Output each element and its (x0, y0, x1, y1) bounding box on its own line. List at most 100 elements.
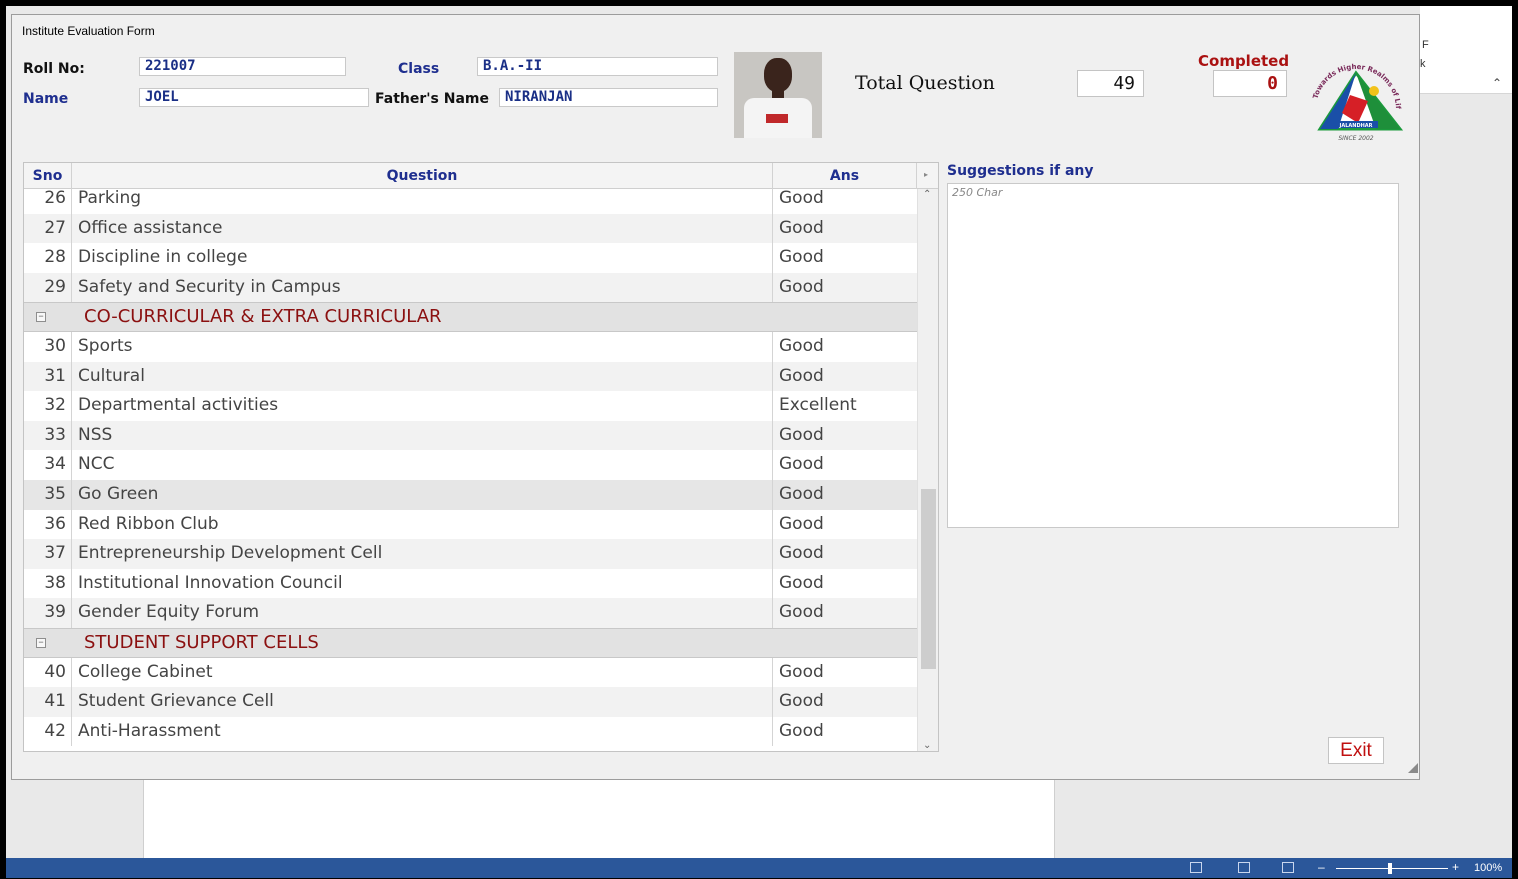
question-sno: 36 (24, 509, 72, 540)
total-question-value: 49 (1077, 70, 1144, 97)
answer-cell[interactable]: Good (773, 569, 917, 599)
completed-value: 0 (1213, 70, 1287, 97)
question-row[interactable]: 32 Departmental activities Excellent (24, 391, 917, 421)
web-layout-icon[interactable] (1282, 862, 1294, 873)
answer-cell[interactable]: Good (773, 214, 917, 244)
student-photo (734, 52, 822, 138)
background-text: F (1422, 39, 1429, 51)
answer-cell[interactable]: Good (773, 510, 917, 540)
question-row[interactable]: 36 Red Ribbon Club Good (24, 509, 917, 540)
evaluation-form-window: Institute Evaluation Form Roll No: 22100… (11, 14, 1420, 780)
group-title: CO-CURRICULAR & EXTRA CURRICULAR (84, 306, 442, 328)
collapse-icon[interactable]: − (36, 312, 46, 323)
group-header[interactable]: − CO-CURRICULAR & EXTRA CURRICULAR (24, 302, 917, 332)
zoom-out-button[interactable]: – (1318, 860, 1325, 874)
chevron-up-icon[interactable]: ⌃ (1492, 76, 1502, 90)
answer-cell[interactable]: Good (773, 243, 917, 273)
question-row[interactable]: 42 Anti-Harassment Good (24, 716, 917, 747)
answer-cell[interactable]: Good (773, 717, 917, 747)
question-row[interactable]: 37 Entrepreneurship Development Cell Good (24, 539, 917, 569)
question-row[interactable]: 39 Gender Equity Forum Good (24, 598, 917, 628)
question-sno: 35 (24, 479, 72, 510)
answer-cell[interactable]: Good (773, 687, 917, 717)
answer-cell[interactable]: Good (773, 598, 917, 628)
question-row[interactable]: 40 College Cabinet Good (24, 657, 917, 688)
suggestions-placeholder: 250 Char (952, 186, 1003, 199)
question-sno: 27 (24, 213, 72, 244)
exit-button[interactable]: Exit (1328, 737, 1384, 764)
answer-cell[interactable]: Excellent (773, 391, 917, 421)
question-text: NSS (72, 420, 773, 451)
question-row[interactable]: 34 NCC Good (24, 450, 917, 480)
emblem-city: JALANDHAR (1338, 123, 1372, 129)
college-emblem: Towards Higher Realms of Life JALANDHAR … (1298, 51, 1404, 142)
answer-cell[interactable]: Good (773, 539, 917, 569)
question-row[interactable]: 33 NSS Good (24, 420, 917, 451)
background-page (143, 780, 1055, 860)
grid-vertical-scrollbar[interactable]: ⌃ ⌄ (917, 189, 938, 751)
question-text: Office assistance (72, 213, 773, 244)
question-text: Gender Equity Forum (72, 598, 773, 628)
question-text: Departmental activities (72, 391, 773, 421)
group-title: STUDENT SUPPORT CELLS (84, 631, 319, 653)
print-layout-icon[interactable] (1238, 862, 1250, 873)
collapse-icon[interactable]: − (36, 637, 46, 648)
name-field[interactable]: JOEL (139, 88, 369, 107)
question-sno: 39 (24, 598, 72, 628)
name-label: Name (23, 91, 69, 107)
suggestions-label: Suggestions if any (947, 163, 1094, 179)
question-text: Safety and Security in Campus (72, 272, 773, 303)
answer-cell[interactable]: Good (773, 362, 917, 392)
zoom-slider-track[interactable] (1336, 868, 1448, 869)
question-text: Go Green (72, 479, 773, 510)
column-scroll-right-icon[interactable]: ▸ (924, 170, 928, 179)
answer-cell[interactable]: Good (773, 658, 917, 688)
roll-no-field[interactable]: 221007 (139, 57, 346, 76)
question-row[interactable]: 27 Office assistance Good (24, 213, 917, 244)
question-row[interactable]: 28 Discipline in college Good (24, 243, 917, 273)
sno-column-header[interactable]: Sno (24, 163, 72, 189)
group-header[interactable]: − STUDENT SUPPORT CELLS (24, 627, 917, 658)
zoom-slider-thumb[interactable] (1388, 863, 1392, 874)
question-sno: 41 (24, 687, 72, 717)
suggestions-input[interactable]: 250 Char (947, 183, 1399, 528)
answer-cell[interactable]: Good (773, 480, 917, 510)
question-column-header[interactable]: Question (72, 163, 773, 189)
question-text: Discipline in college (72, 243, 773, 273)
zoom-level[interactable]: 100% (1474, 862, 1502, 874)
answer-cell[interactable]: Good (773, 450, 917, 480)
status-bar: – + 100% (6, 858, 1512, 878)
question-row[interactable]: 38 Institutional Innovation Council Good (24, 568, 917, 599)
question-text: Anti-Harassment (72, 716, 773, 747)
total-question-label: Total Question (855, 72, 995, 94)
scroll-up-icon[interactable]: ⌃ (923, 189, 931, 200)
class-label: Class (398, 61, 440, 77)
scroll-down-icon[interactable]: ⌄ (923, 740, 931, 751)
zoom-in-button[interactable]: + (1452, 860, 1459, 874)
question-row[interactable]: 41 Student Grievance Cell Good (24, 687, 917, 717)
father-name-field[interactable]: NIRANJAN (499, 88, 718, 107)
question-row[interactable]: 31 Cultural Good (24, 361, 917, 392)
question-row[interactable]: 35 Go Green Good (24, 479, 917, 510)
background-text: k (1420, 58, 1426, 70)
read-mode-icon[interactable] (1190, 862, 1202, 873)
question-text: Student Grievance Cell (72, 687, 773, 717)
question-sno: 42 (24, 716, 72, 747)
question-text: Entrepreneurship Development Cell (72, 539, 773, 569)
screen: F k ⌃ – + 100% Institute Evaluation Form… (0, 0, 1518, 879)
answer-cell[interactable]: Good (773, 332, 917, 362)
questions-grid: 26 Parking Good 27 Office assistance Good 28 Di… (23, 162, 939, 752)
answer-cell[interactable]: Good (773, 273, 917, 303)
question-row[interactable]: 30 Sports Good (24, 331, 917, 362)
question-row[interactable]: 29 Safety and Security in Campus Good (24, 272, 917, 303)
ans-column-header[interactable]: Ans (773, 163, 917, 189)
resize-grip-icon[interactable] (1408, 763, 1418, 773)
question-text: Sports (72, 331, 773, 362)
answer-cell[interactable]: Good (773, 421, 917, 451)
question-sno: 40 (24, 657, 72, 688)
class-field[interactable]: B.A.-II (477, 57, 718, 76)
scroll-thumb[interactable] (921, 489, 936, 669)
roll-no-label: Roll No: (23, 61, 85, 77)
question-text: NCC (72, 450, 773, 480)
father-name-label: Father's Name (375, 91, 489, 107)
